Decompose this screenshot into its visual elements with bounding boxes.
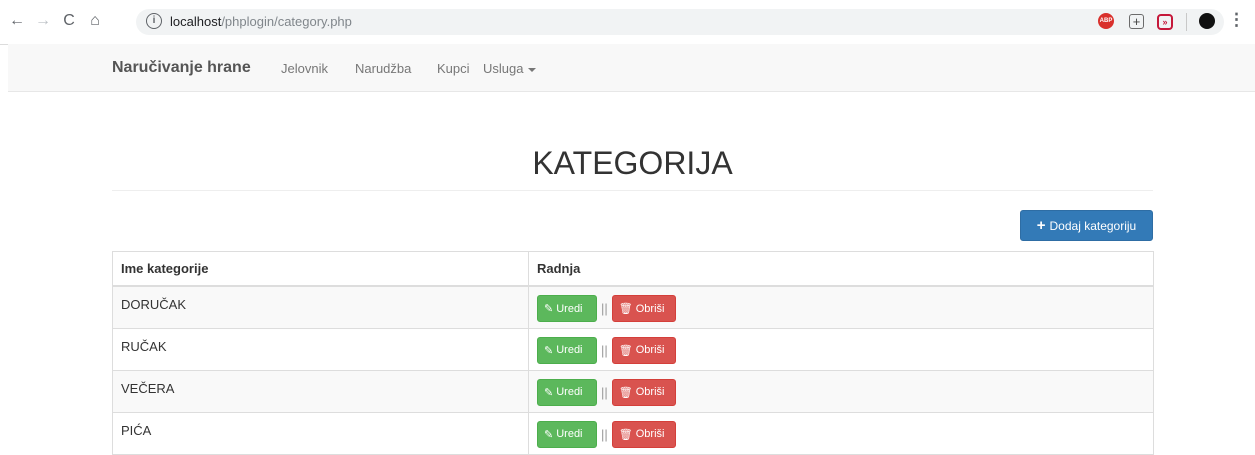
site-info-icon[interactable]: i: [146, 13, 162, 29]
delete-button[interactable]: 🗑 Obriši: [611, 336, 676, 364]
header-actions: Radnja: [528, 251, 1154, 287]
delete-button[interactable]: 🗑 Obriši: [611, 378, 676, 406]
home-icon[interactable]: ⌂: [84, 10, 106, 32]
red-square-icon[interactable]: »: [1157, 14, 1173, 30]
edit-button[interactable]: ✎ Uredi: [537, 295, 597, 322]
url-text[interactable]: localhost/phplogin/category.php: [170, 14, 352, 29]
pencil-icon: ✎: [544, 344, 554, 357]
pencil-icon: ✎: [544, 386, 554, 399]
plus-icon: +: [1036, 217, 1046, 234]
nav-dropdown-usluga[interactable]: Usluga: [483, 61, 537, 76]
delete-button[interactable]: 🗑 Obriši: [611, 295, 676, 322]
adblock-plus-icon[interactable]: ABP: [1098, 13, 1114, 29]
action-separator: ||: [601, 342, 608, 358]
app-navbar: Naručivanje hrane Jelovnik Narudžba Kupc…: [8, 44, 1255, 92]
actions-cell: ✎ Uredi || 🗑 Obriši: [528, 285, 1154, 329]
edit-button[interactable]: ✎ Uredi: [537, 420, 597, 448]
actions-cell: ✎ Uredi || 🗑 Obriši: [528, 369, 1154, 413]
pencil-icon: ✎: [544, 303, 554, 315]
trash-icon: 🗑: [618, 344, 633, 357]
actions-cell: ✎ Uredi || 🗑 Obriši: [528, 411, 1154, 455]
category-table: Ime kategorije Radnja DORUČAK ✎ Uredi || …: [112, 251, 1154, 455]
reload-icon[interactable]: C: [58, 10, 80, 32]
table-row: PIĆA ✎ Uredi || 🗑 Obriši: [112, 411, 1154, 455]
nav-link-jelovnik[interactable]: Jelovnik: [281, 61, 328, 76]
add-category-button[interactable]: + Dodaj kategoriju: [1020, 210, 1153, 241]
category-name-cell: VEČERA: [112, 369, 529, 413]
brand-link[interactable]: Naručivanje hrane: [112, 59, 251, 77]
category-name-cell: RUČAK: [112, 327, 529, 371]
add-category-label: Dodaj kategoriju: [1049, 218, 1137, 233]
address-bar[interactable]: i localhost/phplogin/category.php ☆: [136, 9, 1224, 35]
toolbar-divider: [1186, 13, 1187, 31]
page-title: KATEGORIJA: [532, 145, 733, 181]
nav-dropdown-label: Usluga: [483, 61, 524, 76]
kebab-menu-icon[interactable]: ⋮: [1228, 10, 1245, 30]
caret-down-icon: [528, 67, 537, 72]
browser-toolbar: ← → C ⌂ i localhost/phplogin/category.ph…: [0, 0, 1255, 45]
category-name-cell: PIĆA: [112, 411, 529, 455]
nav-link-narudzba[interactable]: Narudžba: [355, 61, 411, 76]
table-row: VEČERA ✎ Uredi || 🗑 Obriši: [112, 369, 1154, 413]
trash-icon: 🗑: [618, 386, 633, 399]
nav-link-kupci[interactable]: Kupci: [437, 61, 470, 76]
forward-arrow-icon[interactable]: →: [32, 10, 54, 32]
actions-cell: ✎ Uredi || 🗑 Obriši: [528, 327, 1154, 371]
plus-box-icon[interactable]: +: [1129, 14, 1144, 29]
delete-button[interactable]: 🗑 Obriši: [611, 420, 676, 448]
trash-icon: 🗑: [618, 303, 633, 315]
header-category-name: Ime kategorije: [112, 251, 529, 287]
table-header-row: Ime kategorije Radnja: [112, 251, 1154, 287]
dark-circle-icon[interactable]: [1199, 13, 1215, 29]
trash-icon: 🗑: [618, 428, 633, 441]
action-separator: ||: [601, 301, 608, 316]
title-divider: [112, 190, 1153, 191]
table-row: RUČAK ✎ Uredi || 🗑 Obriši: [112, 327, 1154, 371]
edit-button[interactable]: ✎ Uredi: [537, 378, 597, 406]
action-separator: ||: [601, 384, 608, 400]
pencil-icon: ✎: [544, 428, 554, 441]
table-row: DORUČAK ✎ Uredi || 🗑 Obriši: [112, 285, 1154, 329]
action-separator: ||: [601, 426, 608, 442]
back-arrow-icon[interactable]: ←: [6, 10, 28, 32]
edit-button[interactable]: ✎ Uredi: [537, 336, 597, 364]
category-name-cell: DORUČAK: [112, 285, 529, 329]
